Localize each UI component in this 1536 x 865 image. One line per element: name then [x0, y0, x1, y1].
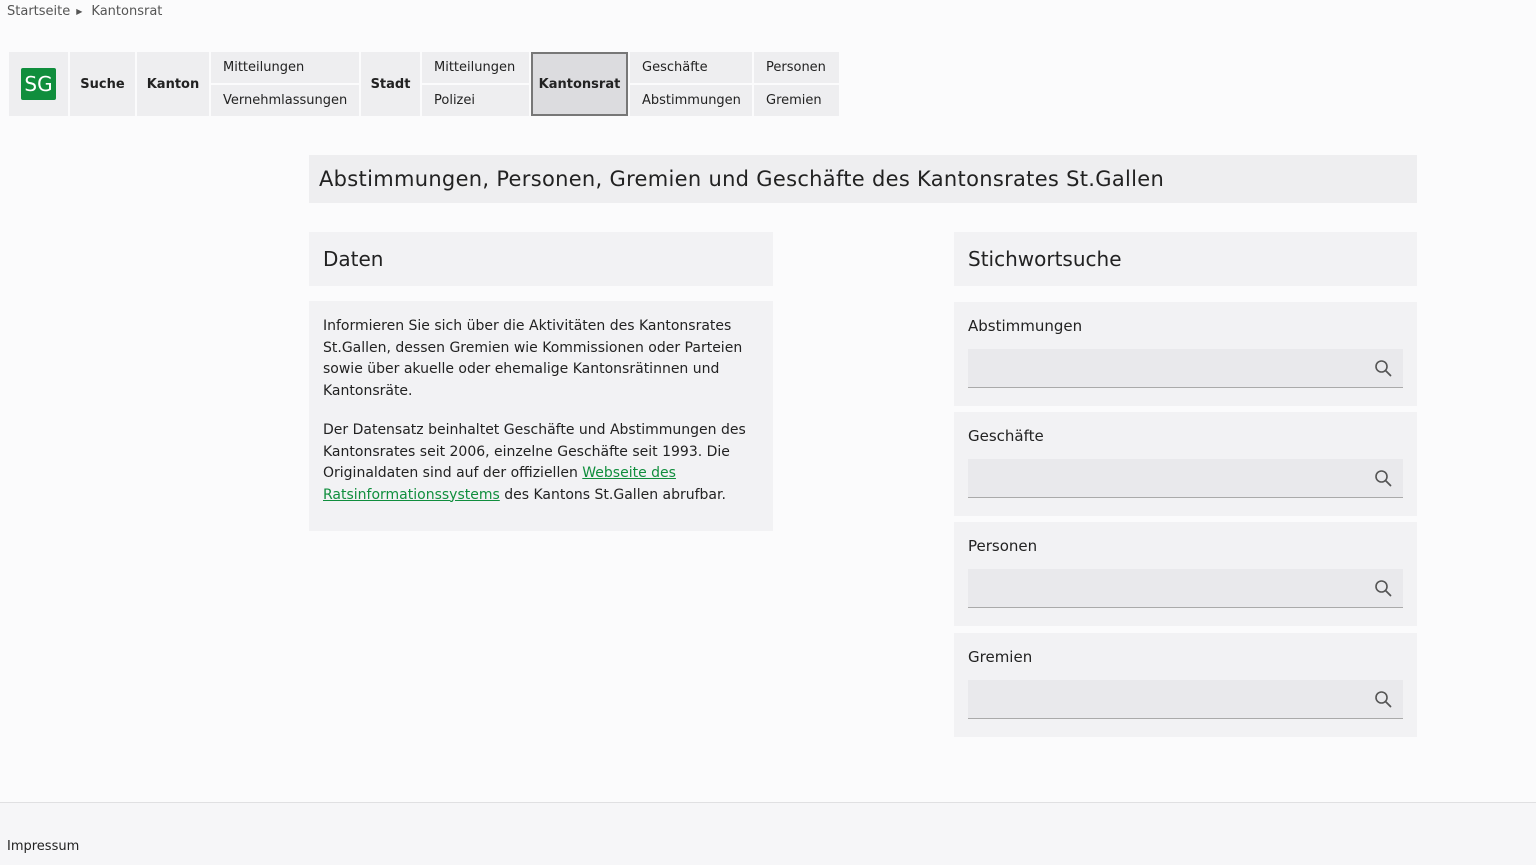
breadcrumb-separator-icon: ▶	[76, 7, 83, 16]
search-icon[interactable]	[1374, 469, 1392, 487]
search-geschaefte-box: Geschäfte	[954, 412, 1417, 516]
search-gremien-box: Gremien	[954, 633, 1417, 737]
nav-suche[interactable]: Suche	[70, 52, 135, 116]
daten-panel: Informieren Sie sich über die Aktivitäte…	[309, 301, 773, 531]
search-abstimmungen-field	[968, 349, 1403, 388]
daten-heading: Daten	[309, 232, 773, 286]
nav-kanton[interactable]: Kanton	[137, 52, 209, 116]
nav-kantonsrat[interactable]: Kantonsrat	[531, 52, 628, 116]
search-personen-label: Personen	[968, 537, 1038, 555]
search-gremien-input[interactable]	[968, 680, 1403, 718]
search-geschaefte-field	[968, 459, 1403, 498]
search-icon[interactable]	[1374, 690, 1392, 708]
nav-kanton-vernehmlassungen[interactable]: Vernehmlassungen	[211, 85, 359, 116]
search-icon[interactable]	[1374, 579, 1392, 597]
nav-kantonsrat-gremien[interactable]: Gremien	[754, 85, 839, 116]
search-abstimmungen-label: Abstimmungen	[968, 317, 1083, 335]
search-abstimmungen-box: Abstimmungen	[954, 302, 1417, 406]
logo-cell[interactable]: SG	[9, 52, 68, 116]
breadcrumb: Startseite ▶ Kantonsrat	[7, 4, 162, 19]
nav-kantonsrat-abstimmungen[interactable]: Abstimmungen	[630, 85, 752, 116]
nav-stadt-polizei[interactable]: Polizei	[422, 85, 529, 116]
search-personen-field	[968, 569, 1403, 608]
stichwortsuche-heading: Stichwortsuche	[954, 232, 1417, 286]
breadcrumb-current[interactable]: Kantonsrat	[91, 4, 162, 19]
nav-stadt-mitteilungen[interactable]: Mitteilungen	[422, 52, 529, 83]
search-geschaefte-label: Geschäfte	[968, 427, 1044, 445]
footer: Impressum	[0, 802, 1536, 865]
nav-kantonsrat-geschaefte[interactable]: Geschäfte	[630, 52, 752, 83]
breadcrumb-home[interactable]: Startseite	[7, 4, 70, 19]
daten-paragraph-2: Der Datensatz beinhaltet Geschäfte und A…	[323, 422, 746, 503]
search-icon[interactable]	[1374, 359, 1392, 377]
search-personen-input[interactable]	[968, 569, 1403, 607]
search-geschaefte-input[interactable]	[968, 459, 1403, 497]
search-personen-box: Personen	[954, 522, 1417, 626]
sg-logo[interactable]: SG	[21, 68, 56, 100]
page-title: Abstimmungen, Personen, Gremien und Gesc…	[309, 155, 1417, 203]
nav-kantonsrat-personen[interactable]: Personen	[754, 52, 839, 83]
search-gremien-field	[968, 680, 1403, 719]
daten-paragraph-1: Informieren Sie sich über die Aktivitäte…	[323, 318, 743, 399]
search-gremien-label: Gremien	[968, 648, 1033, 666]
impressum-link[interactable]: Impressum	[7, 839, 79, 854]
nav-kanton-mitteilungen[interactable]: Mitteilungen	[211, 52, 359, 83]
main-navigation: SG Suche Kanton Mitteilungen Vernehmlass…	[9, 52, 841, 116]
nav-stadt[interactable]: Stadt	[361, 52, 420, 116]
search-abstimmungen-input[interactable]	[968, 349, 1403, 387]
